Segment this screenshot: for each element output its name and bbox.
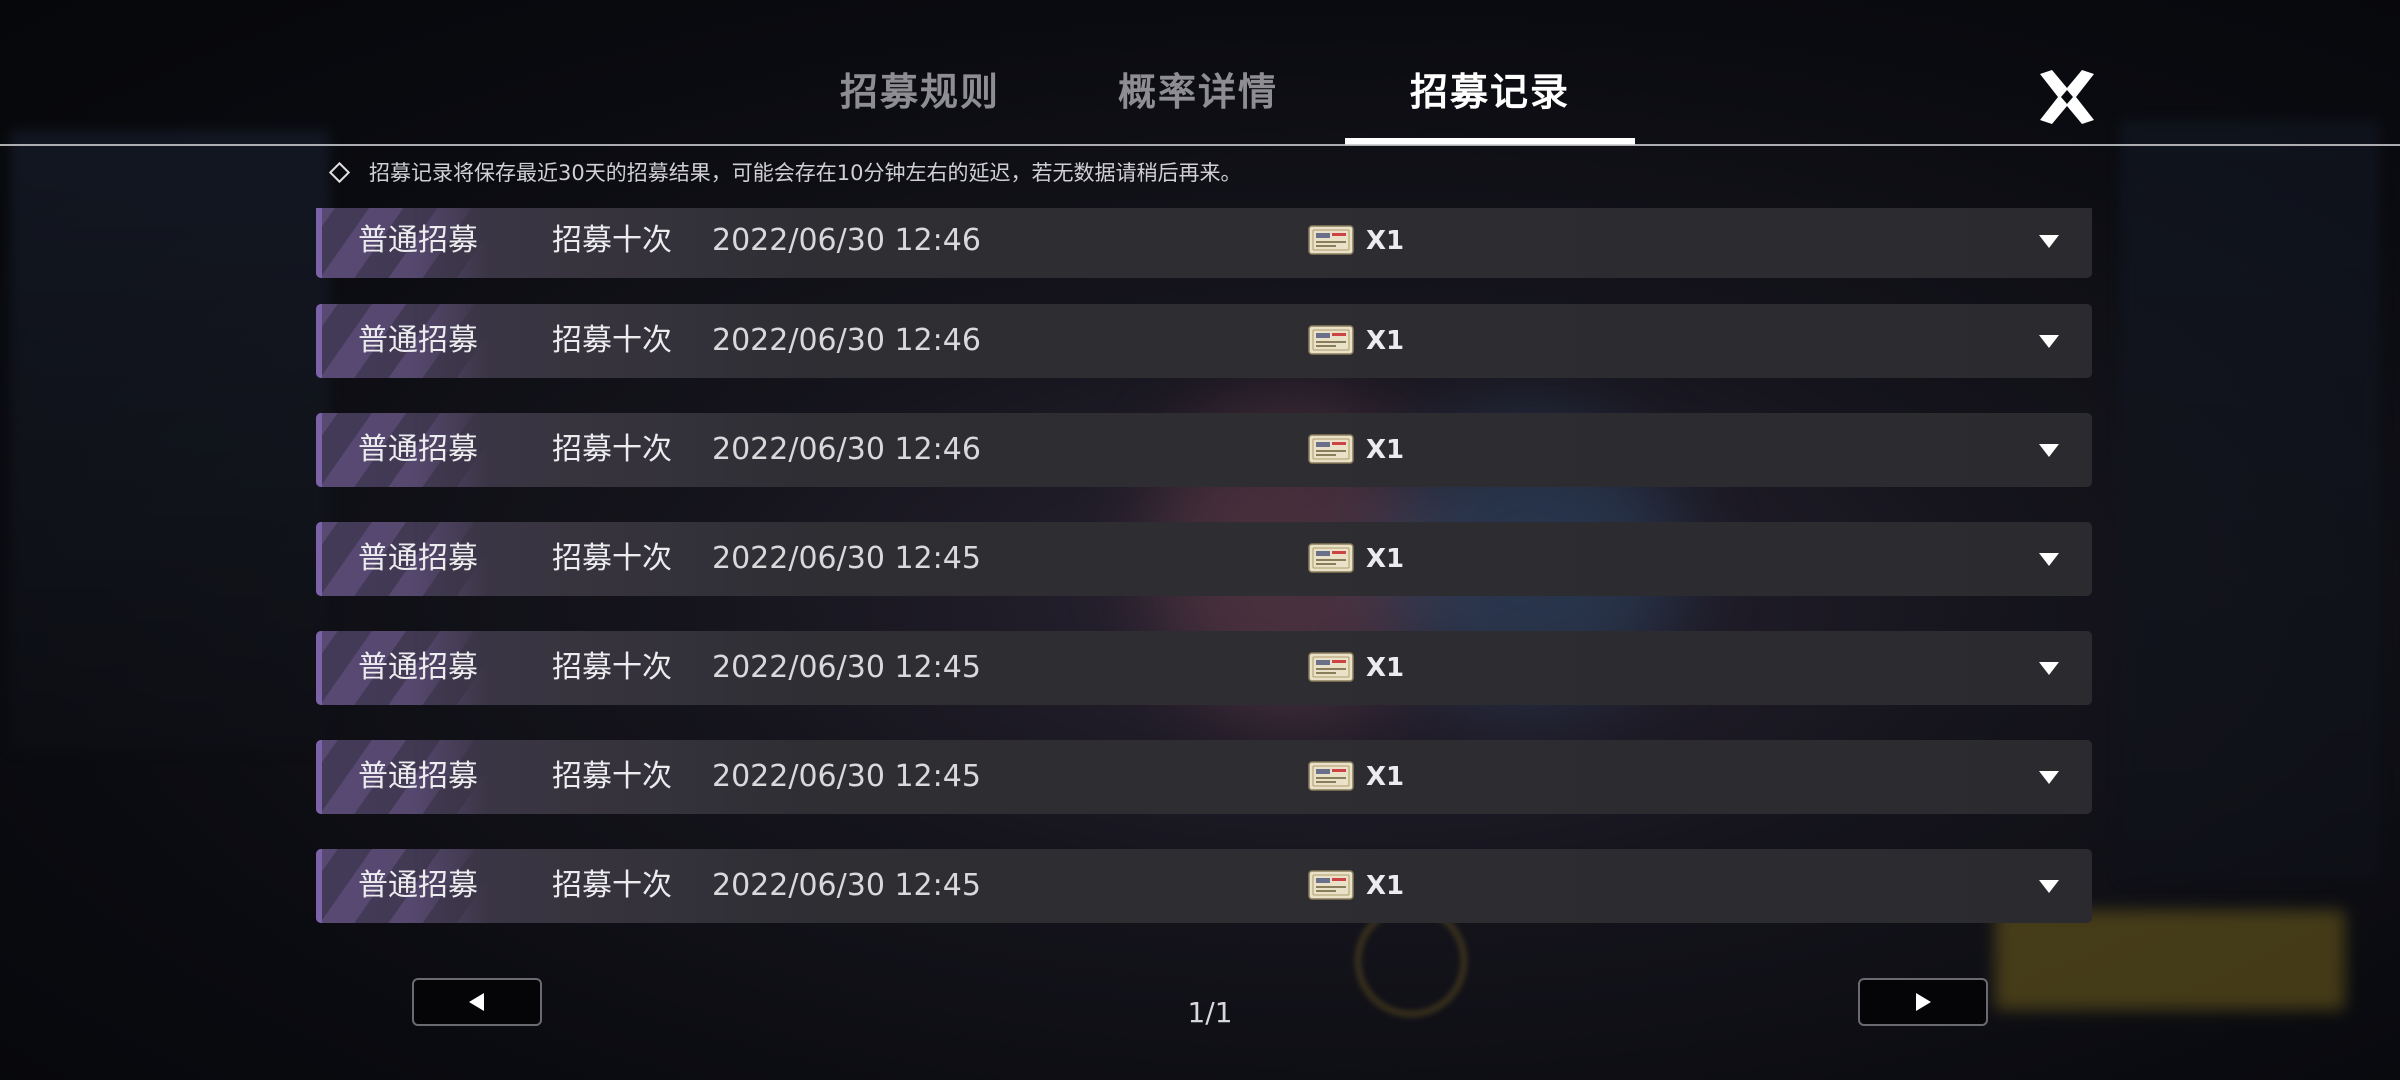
record-time: 2022/06/30 12:45 (712, 868, 981, 903)
record-row[interactable]: 普通招募 招募十次 2022/06/30 12:45 X1 (316, 849, 2092, 923)
background-right-panel (2120, 120, 2380, 880)
record-row[interactable]: 普通招募 招募十次 2022/06/30 12:46 X1 (316, 413, 2092, 487)
record-quantity: X1 (1366, 326, 1405, 356)
notice-text: 招募记录将保存最近30天的招募结果，可能会存在10分钟左右的延迟，若无数据请稍后… (328, 152, 1242, 192)
tab-probability-details[interactable]: 概率详情 (1098, 62, 1298, 122)
expand-button[interactable] (2034, 413, 2064, 487)
triangle-down-icon (2039, 553, 2059, 566)
row-accent-bar (316, 522, 322, 596)
record-type: 普通招募 (358, 650, 478, 685)
expand-button[interactable] (2034, 304, 2064, 378)
row-accent-bar (316, 304, 322, 378)
triangle-left-icon (469, 993, 484, 1011)
record-count: 招募十次 (552, 868, 672, 903)
record-time: 2022/06/30 12:45 (712, 650, 981, 685)
row-accent-bar (316, 740, 322, 814)
record-time: 2022/06/30 12:45 (712, 541, 981, 576)
record-list[interactable]: 普通招募 招募十次 2022/06/30 12:46 X1 普通招募 招募十次 2022/0… (316, 208, 2092, 928)
recruit-ticket-icon (1308, 325, 1354, 355)
record-time: 2022/06/30 12:46 (712, 432, 981, 467)
recruit-ticket-icon (1308, 652, 1354, 682)
row-accent-bar (316, 631, 322, 705)
record-quantity: X1 (1366, 653, 1405, 683)
page-indicator: 1/1 (1187, 996, 1233, 1029)
record-time: 2022/06/30 12:45 (712, 759, 981, 794)
record-type: 普通招募 (358, 759, 478, 794)
triangle-down-icon (2039, 235, 2059, 248)
notice-message: 招募记录将保存最近30天的招募结果，可能会存在10分钟左右的延迟，若无数据请稍后… (369, 161, 1242, 185)
expand-button[interactable] (2034, 522, 2064, 596)
record-row[interactable]: 普通招募 招募十次 2022/06/30 12:45 X1 (316, 740, 2092, 814)
recruit-ticket-icon (1308, 761, 1354, 791)
triangle-down-icon (2039, 444, 2059, 457)
record-quantity: X1 (1366, 544, 1405, 574)
recruit-ticket-icon (1308, 870, 1354, 900)
record-count: 招募十次 (552, 323, 672, 358)
row-accent-bar (316, 208, 322, 278)
record-time: 2022/06/30 12:46 (712, 223, 981, 258)
triangle-down-icon (2039, 880, 2059, 893)
record-count: 招募十次 (552, 223, 672, 258)
close-x-icon (2040, 70, 2094, 124)
record-quantity: X1 (1366, 435, 1405, 465)
expand-button[interactable] (2034, 740, 2064, 814)
triangle-down-icon (2039, 335, 2059, 348)
close-button[interactable] (2038, 68, 2096, 126)
row-accent-bar (316, 413, 322, 487)
record-type: 普通招募 (358, 868, 478, 903)
record-count: 招募十次 (552, 541, 672, 576)
prev-page-button[interactable] (412, 978, 542, 1026)
expand-button[interactable] (2034, 631, 2064, 705)
record-quantity: X1 (1366, 871, 1405, 901)
next-page-button[interactable] (1858, 978, 1988, 1026)
diamond-bullet-icon (328, 161, 351, 183)
expand-button[interactable] (2034, 208, 2064, 278)
record-type: 普通招募 (358, 223, 478, 258)
row-accent-bar (316, 849, 322, 923)
header-divider (0, 144, 2400, 146)
recruit-record-screen: 招募规则 概率详情 招募记录 招募记录将保存最近30天的招募结果，可能会存在10… (0, 0, 2400, 1080)
record-row[interactable]: 普通招募 招募十次 2022/06/30 12:46 X1 (316, 208, 2092, 278)
recruit-ticket-icon (1308, 225, 1354, 255)
record-count: 招募十次 (552, 432, 672, 467)
record-time: 2022/06/30 12:46 (712, 323, 981, 358)
record-row[interactable]: 普通招募 招募十次 2022/06/30 12:46 X1 (316, 304, 2092, 378)
tab-recruit-rules[interactable]: 招募规则 (820, 62, 1020, 122)
record-type: 普通招募 (358, 323, 478, 358)
tab-recruit-records[interactable]: 招募记录 (1390, 62, 1590, 122)
record-quantity: X1 (1366, 226, 1405, 256)
expand-button[interactable] (2034, 849, 2064, 923)
record-row[interactable]: 普通招募 招募十次 2022/06/30 12:45 X1 (316, 631, 2092, 705)
record-quantity: X1 (1366, 762, 1405, 792)
record-type: 普通招募 (358, 541, 478, 576)
recruit-ticket-icon (1308, 434, 1354, 464)
record-type: 普通招募 (358, 432, 478, 467)
background-left-panel (10, 130, 330, 750)
record-count: 招募十次 (552, 759, 672, 794)
record-count: 招募十次 (552, 650, 672, 685)
triangle-down-icon (2039, 662, 2059, 675)
record-row[interactable]: 普通招募 招募十次 2022/06/30 12:45 X1 (316, 522, 2092, 596)
triangle-down-icon (2039, 771, 2059, 784)
triangle-right-icon (1916, 993, 1931, 1011)
recruit-ticket-icon (1308, 543, 1354, 573)
